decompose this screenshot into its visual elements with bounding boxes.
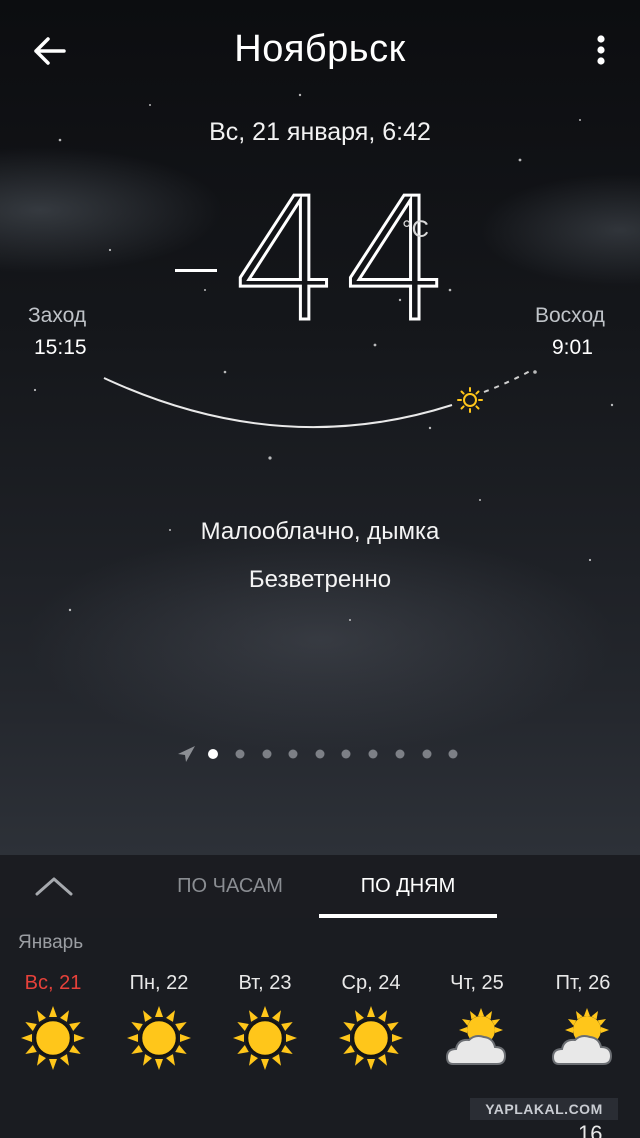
page-dot [262,749,272,759]
wind-status: Безветренно [248,566,392,593]
day-label: Вт, 23 [238,972,292,994]
city-name[interactable]: Ноябрьск [0,28,640,71]
day-label: Чт, 25 [450,972,504,994]
sun-path-arc [103,370,531,429]
page-dot-active [208,749,218,759]
page-dot [235,749,245,759]
sunset-label: Заход [28,304,87,327]
temperature-block: 44 °C [160,175,460,350]
temperature-value: 44 [230,162,453,360]
collapse-button[interactable] [28,867,80,907]
sun-icon [127,1006,191,1070]
day-label: Ср, 24 [341,972,401,994]
page-dot [341,749,351,759]
forecast-tab-bar: ПО ЧАСАМ ПО ДНЯМ [0,855,640,918]
sun-icon [233,1006,297,1070]
top-bar: Ноябрьск [0,0,640,100]
weather-screen: Ноябрьск Вс, 21 января, 6:42 44 °C Заход… [0,0,640,1138]
tab-hourly[interactable]: ПО ЧАСАМ [155,855,305,918]
partly-cloudy-icon [551,1008,613,1065]
more-vertical-icon [597,35,605,65]
day-label: Вс, 21 [24,972,82,994]
day-label: Пт, 26 [555,972,611,994]
page-indicator[interactable] [0,740,640,768]
forecast-day[interactable]: Пн, 22 [106,962,212,1082]
temperature-unit: °C [402,216,429,243]
page-dot [395,749,405,759]
forecast-day[interactable]: Пт, 26 [530,962,636,1082]
forecast-day[interactable]: Чт, 25 [424,962,530,1082]
month-label: Январь [18,932,84,953]
tab-daily[interactable]: ПО ДНЯМ [319,855,497,918]
forecast-day[interactable]: Вс, 21 [0,962,106,1082]
next-day-partial-label: 16 [578,1121,603,1138]
sun-icon [339,1006,403,1070]
forecast-day[interactable]: Вт, 23 [212,962,318,1082]
page-dot [368,749,378,759]
day-label: Пн, 22 [129,972,189,994]
sun-icon [21,1006,85,1070]
watermark: YAPLAKAL.COM [470,1098,618,1120]
page-dot [315,749,325,759]
minus-sign [175,269,217,272]
sun-position-icon [457,387,483,413]
sunrise-label: Восход [535,304,605,327]
weather-condition: Малооблачно, дымка [200,518,440,545]
page-dot [448,749,458,759]
partly-cloudy-icon [445,1008,507,1065]
location-arrow-icon [178,746,195,762]
current-datetime: Вс, 21 января, 6:42 [209,118,431,146]
chevron-up-icon [35,877,73,896]
page-dot [422,749,432,759]
page-dot [288,749,298,759]
overflow-menu-button[interactable] [584,28,618,76]
forecast-day[interactable]: Ср, 24 [318,962,424,1082]
